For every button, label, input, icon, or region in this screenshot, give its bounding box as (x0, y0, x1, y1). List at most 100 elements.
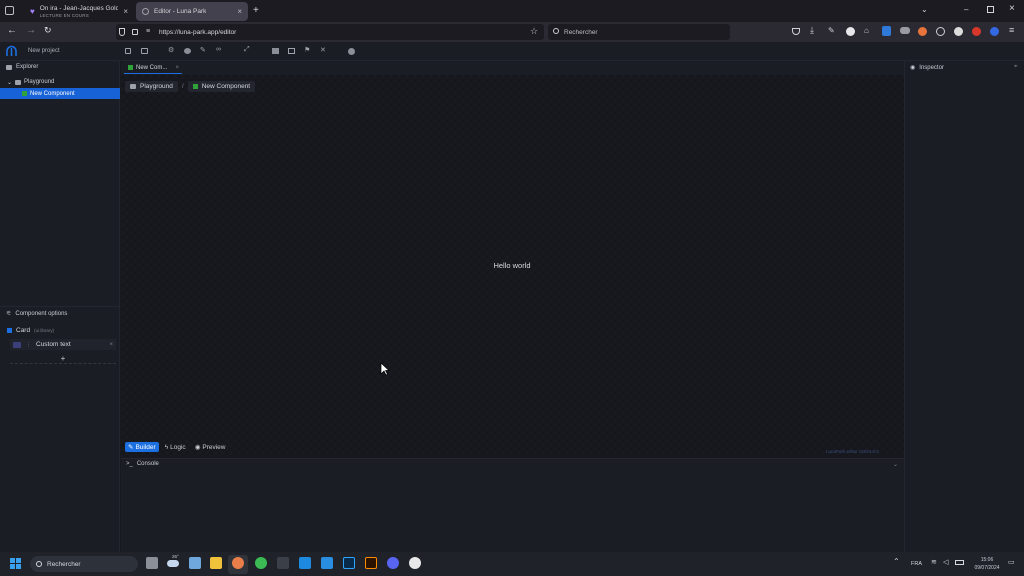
add-prop-button[interactable]: + (10, 353, 116, 364)
browser-tab-music[interactable]: ♥ On ira - Jean-Jacques Goldman LECTURE … (24, 2, 134, 21)
browser-tab-editor[interactable]: Editor - Luna Park × (136, 2, 248, 21)
globe-icon (142, 8, 149, 15)
list-all-tabs-icon[interactable]: ⌄ (921, 5, 928, 14)
right-sidebar (904, 61, 1024, 552)
shield-icon[interactable] (119, 28, 125, 36)
breadcrumb-playground[interactable]: Playground (125, 81, 178, 92)
file-explorer-icon[interactable] (210, 557, 222, 569)
layers-icon[interactable] (272, 48, 279, 54)
vscode-icon[interactable] (321, 557, 333, 569)
save-icon[interactable] (125, 48, 131, 54)
url-text: https://luna-park.app/editor (159, 28, 237, 36)
weather-icon[interactable]: 26° (167, 554, 181, 570)
discord-icon[interactable] (387, 557, 399, 569)
component-options-title: Component options (15, 310, 68, 317)
eye-icon: ◉ (910, 65, 916, 71)
help-icon[interactable] (348, 48, 355, 55)
taskbar-search[interactable]: Rechercher (30, 556, 138, 572)
breadcrumb-label: New Component (201, 83, 251, 90)
project-name[interactable]: New project (28, 48, 60, 54)
chrome-icon[interactable] (255, 557, 267, 569)
puzzle-icon[interactable]: ⌂ (864, 26, 869, 35)
menu-icon[interactable]: ≡ (1009, 25, 1014, 35)
extension-dark-icon[interactable] (936, 27, 945, 36)
remove-icon[interactable]: × (109, 342, 113, 348)
explorer-item-playground[interactable]: ⌄ Playground (0, 77, 120, 87)
permissions-icon[interactable]: ≡ (146, 28, 150, 35)
explorer-title: Explorer (16, 64, 39, 70)
close-icon[interactable]: × (123, 7, 128, 16)
task-view-icon[interactable] (146, 557, 158, 569)
photoshop-icon[interactable] (343, 557, 355, 569)
back-arrow-icon[interactable]: ← (7, 25, 17, 36)
new-tab-button[interactable]: + (253, 5, 259, 16)
battery-icon[interactable] (955, 560, 964, 565)
prop-row-custom-text[interactable]: ⋮ Custom text × (10, 339, 116, 350)
extension-car-icon[interactable] (900, 27, 910, 34)
minimize-button[interactable]: – (964, 5, 968, 14)
reload-icon[interactable]: ↻ (44, 25, 52, 36)
webstorm-icon[interactable] (299, 557, 311, 569)
clock[interactable]: 15:06 09/07/2024 (968, 556, 1006, 572)
settings-icon[interactable]: ⚙ (168, 46, 174, 54)
expand-icon[interactable]: ⤢ (244, 46, 250, 54)
crossed-tools-icon[interactable]: ✕ (320, 46, 326, 54)
extension-red-icon[interactable] (972, 27, 981, 36)
extension-h-icon[interactable] (846, 27, 855, 36)
extension-blue-dot-icon[interactable] (990, 27, 999, 36)
panel-divider[interactable] (0, 306, 120, 307)
url-bar[interactable]: https://luna-park.app/editor (116, 24, 544, 40)
pin-icon[interactable]: ⌖ (1014, 64, 1017, 71)
wrench-icon[interactable]: ✎ (828, 26, 835, 35)
notifications-icon[interactable]: ▭ (1008, 558, 1015, 566)
close-icon[interactable]: × (237, 7, 242, 16)
canvas-component-text[interactable]: Hello world (480, 261, 544, 270)
component-icon (128, 65, 133, 70)
active-app-indicator (228, 555, 248, 574)
close-icon[interactable]: × (175, 65, 179, 71)
extension-green-icon[interactable] (954, 27, 963, 36)
extension-emoji-icon[interactable] (918, 27, 927, 36)
save-all-icon[interactable] (141, 48, 148, 54)
extension-blue-icon[interactable] (882, 26, 891, 36)
cloud-icon (167, 560, 179, 567)
console-header[interactable]: >_ Console (126, 461, 159, 467)
tab-list-icon[interactable] (5, 6, 14, 15)
mode-logic[interactable]: ϟ Logic (162, 442, 189, 452)
illustrator-icon[interactable] (365, 557, 377, 569)
chevron-down-icon[interactable]: ⌄ (893, 461, 898, 468)
tools-icon[interactable]: ✎ (200, 46, 206, 54)
luna-park-logo-icon[interactable] (6, 45, 17, 57)
mode-label: Builder (135, 443, 156, 451)
image-icon[interactable] (288, 48, 295, 54)
search-input[interactable]: Rechercher (548, 24, 730, 40)
terminal-icon[interactable] (277, 557, 289, 569)
mode-builder[interactable]: ✎ Builder (125, 442, 159, 452)
slack-icon[interactable] (409, 557, 421, 569)
palette-icon[interactable] (184, 48, 191, 54)
search-placeholder: Rechercher (564, 28, 598, 36)
eye-icon: ◉ (194, 444, 201, 451)
download-icon[interactable]: ⤓ (810, 25, 814, 36)
photos-icon[interactable] (189, 557, 201, 569)
lock-icon[interactable] (132, 29, 138, 35)
wifi-icon[interactable]: ≋ (931, 558, 937, 566)
restore-button[interactable] (987, 6, 994, 13)
explorer-item-new-component[interactable]: New Component (0, 88, 120, 99)
search-icon (553, 28, 559, 34)
component-card-row[interactable]: Card (ui.library) (7, 327, 54, 334)
bookmark-star-icon[interactable]: ☆ (530, 26, 538, 37)
mode-preview[interactable]: ◉ Preview (192, 442, 229, 452)
breadcrumb-new-component[interactable]: New Component (187, 81, 256, 92)
flag-icon[interactable]: ⚑ (304, 46, 310, 54)
chevron-up-icon[interactable]: ⌃ (893, 557, 900, 566)
volume-icon[interactable]: ◁ (943, 558, 948, 566)
forward-arrow-icon[interactable]: → (26, 25, 36, 36)
drag-handle-icon[interactable]: ⋮ (26, 342, 31, 348)
explorer-item-label: Playground (24, 79, 55, 85)
link-icon[interactable]: ∞ (216, 46, 221, 53)
editor-tab-new-component[interactable]: New Com... × (124, 62, 182, 74)
windows-start-icon[interactable] (10, 558, 21, 569)
keyboard-language[interactable]: FRA (911, 561, 922, 567)
close-window-button[interactable]: × (1009, 3, 1015, 14)
